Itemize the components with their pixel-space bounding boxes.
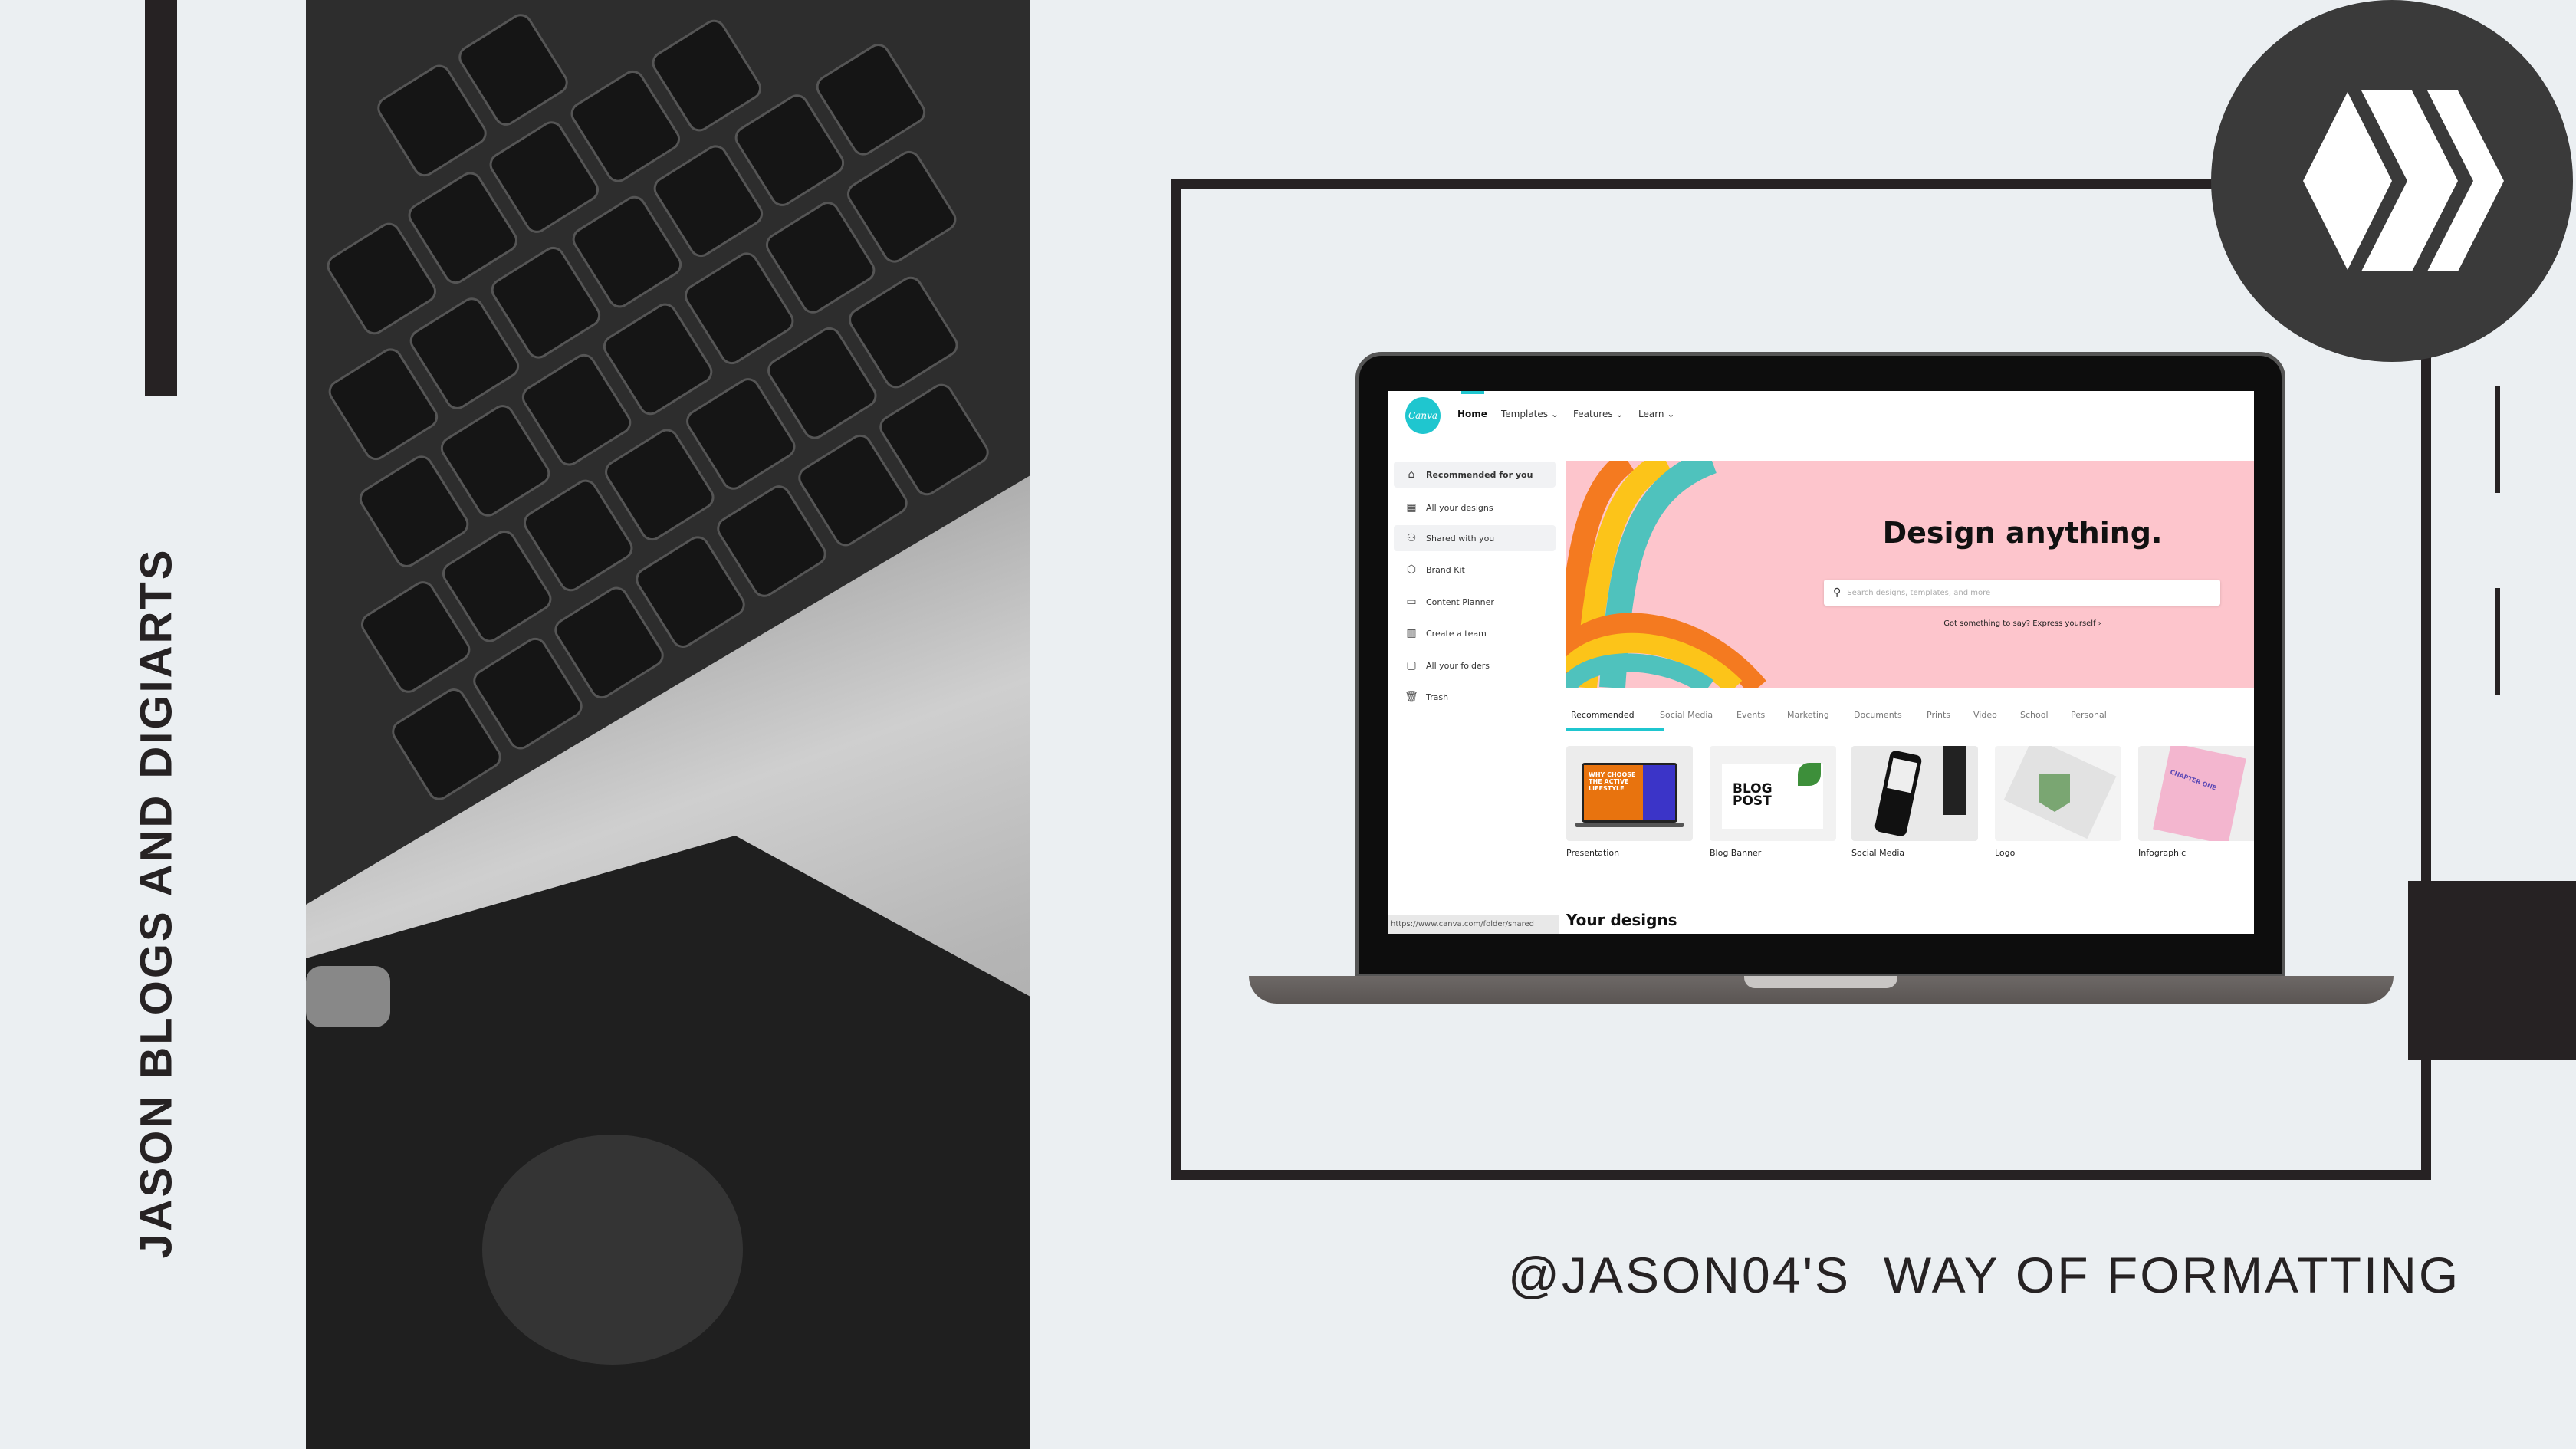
canva-screen: Canva Home Templates ⌄ Features ⌄ Learn … bbox=[1388, 391, 2254, 934]
hive-logo bbox=[2211, 0, 2573, 362]
nav-learn[interactable]: Learn ⌄ bbox=[1638, 409, 1674, 419]
sidebar-item-label: Create a team bbox=[1426, 628, 1487, 639]
canva-logo[interactable]: Canva bbox=[1405, 397, 1441, 434]
design-thumb-infographic[interactable]: CHAPTER ONE bbox=[2138, 746, 2254, 841]
tab-prints[interactable]: Prints bbox=[1927, 710, 1950, 720]
tab-personal[interactable]: Personal bbox=[2071, 710, 2107, 720]
sidebar-item-all-designs[interactable]: ▦ All your designs bbox=[1394, 495, 1556, 521]
decorative-line bbox=[2495, 588, 2500, 695]
vertical-title: JASON BLOGS AND DIGIARTS bbox=[131, 547, 182, 1259]
thumb-text: WHY CHOOSE THE ACTIVE LIFESTYLE bbox=[1584, 765, 1644, 820]
phone-camera bbox=[306, 966, 390, 1027]
sidebar-item-label: Content Planner bbox=[1426, 596, 1494, 607]
phone-logo-smudge bbox=[482, 1135, 743, 1365]
sidebar-item-label: All your folders bbox=[1426, 660, 1490, 671]
sidebar-item-folders[interactable]: ▢ All your folders bbox=[1394, 652, 1556, 678]
tab-events[interactable]: Events bbox=[1737, 710, 1765, 720]
design-label: Presentation bbox=[1566, 848, 1620, 858]
sidebar-item-label: Recommended for you bbox=[1426, 469, 1533, 480]
active-tab-indicator bbox=[1566, 728, 1664, 731]
home-icon: ⌂ bbox=[1408, 468, 1415, 481]
search-input[interactable]: ⚲ Search designs, templates, and more bbox=[1824, 580, 2220, 606]
design-thumb-logo[interactable] bbox=[1995, 746, 2121, 841]
design-label: Logo bbox=[1995, 848, 2016, 858]
folder-icon: ▢ bbox=[1406, 659, 1417, 672]
sidebar-item-content-planner[interactable]: ▭ Content Planner bbox=[1394, 589, 1556, 615]
tab-school[interactable]: School bbox=[2020, 710, 2049, 720]
team-icon: ▥ bbox=[1406, 627, 1417, 639]
design-thumb-presentation[interactable]: WHY CHOOSE THE ACTIVE LIFESTYLE bbox=[1566, 746, 1693, 841]
sidebar-item-brand-kit[interactable]: ⬡ Brand Kit bbox=[1394, 557, 1556, 583]
search-placeholder: Search designs, templates, and more bbox=[1847, 588, 1991, 597]
grid-icon: ▦ bbox=[1406, 501, 1417, 514]
sidebar-item-label: All your designs bbox=[1426, 502, 1493, 513]
laptop-notch bbox=[1744, 976, 1898, 988]
users-icon: ⚇ bbox=[1406, 532, 1417, 544]
phone-shape bbox=[306, 836, 1030, 1449]
sidebar-item-label: Brand Kit bbox=[1426, 564, 1465, 575]
nav-active-indicator bbox=[1461, 391, 1484, 394]
hero-banner: Design anything. ⚲ Search designs, templa… bbox=[1566, 461, 2254, 688]
design-label: Social Media bbox=[1852, 848, 1905, 858]
express-yourself-link[interactable]: Got something to say? Express yourself › bbox=[1873, 619, 2172, 628]
sidebar-item-trash[interactable]: 🗑 Trash bbox=[1394, 684, 1556, 710]
keyboard-photo-art bbox=[306, 0, 1030, 1449]
decorative-block bbox=[2408, 881, 2576, 1060]
brand-kit-icon: ⬡ bbox=[1406, 564, 1417, 576]
calendar-icon: ▭ bbox=[1406, 596, 1417, 608]
sidebar-item-label: Trash bbox=[1426, 692, 1449, 702]
thumb-text: BLOG POST bbox=[1733, 781, 1773, 809]
top-nav: Canva Home Templates ⌄ Features ⌄ Learn … bbox=[1388, 391, 2254, 439]
nav-home[interactable]: Home bbox=[1457, 409, 1487, 419]
tab-social-media[interactable]: Social Media bbox=[1660, 710, 1713, 720]
design-thumb-blog-banner[interactable]: BLOG POST bbox=[1710, 746, 1836, 841]
your-designs-heading: Your designs bbox=[1566, 911, 1677, 929]
trash-icon: 🗑 bbox=[1405, 691, 1418, 703]
sidebar-item-shared[interactable]: ⚇ Shared with you bbox=[1394, 525, 1556, 551]
design-label: Blog Banner bbox=[1710, 848, 1762, 858]
tab-recommended[interactable]: Recommended bbox=[1571, 710, 1635, 720]
sidebar-item-label: Shared with you bbox=[1426, 533, 1495, 544]
sidebar-item-recommended[interactable]: ⌂ Recommended for you bbox=[1394, 462, 1556, 488]
keyboard-photo bbox=[306, 0, 1030, 1449]
tab-video[interactable]: Video bbox=[1973, 710, 1997, 720]
sidebar-item-create-team[interactable]: ▥ Create a team bbox=[1394, 620, 1556, 646]
banner-title: Design anything. bbox=[1882, 516, 2163, 550]
search-icon: ⚲ bbox=[1833, 586, 1842, 599]
nav-features[interactable]: Features ⌄ bbox=[1573, 409, 1623, 419]
status-url-tooltip: https://www.canva.com/folder/shared bbox=[1388, 915, 1559, 934]
tab-documents[interactable]: Documents bbox=[1854, 710, 1902, 720]
rainbow-decoration bbox=[1566, 461, 1766, 688]
design-thumb-social-media[interactable] bbox=[1852, 746, 1978, 841]
design-label: Infographic bbox=[2138, 848, 2187, 858]
nav-templates[interactable]: Templates ⌄ bbox=[1501, 409, 1559, 419]
tab-marketing[interactable]: Marketing bbox=[1787, 710, 1829, 720]
decorative-line bbox=[2495, 386, 2500, 493]
caption: @JASON04'S WAY OF FORMATTING bbox=[1508, 1247, 2461, 1303]
decorative-bar bbox=[145, 0, 177, 396]
